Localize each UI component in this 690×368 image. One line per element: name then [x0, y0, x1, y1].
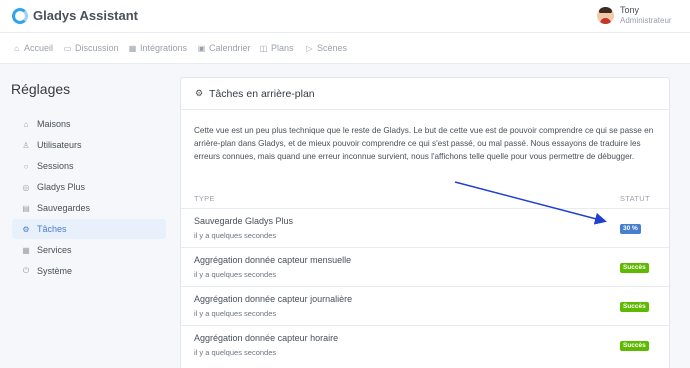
column-header-type: TYPE: [194, 194, 215, 203]
app-title[interactable]: Gladys Assistant: [33, 8, 138, 23]
nav-item-label: Accueil: [24, 43, 54, 53]
user-name[interactable]: Tony: [620, 5, 639, 15]
table-row: Aggrégation donnée capteur mensuelle il …: [181, 247, 669, 286]
sidebar-item-label: Utilisateurs: [37, 140, 82, 150]
nav-item-plans[interactable]: ◫ Plans: [259, 43, 294, 53]
task-time: il y a quelques secondes: [194, 270, 277, 279]
sidebar-item-label: Système: [37, 266, 73, 276]
table-row: Aggrégation donnée capteur horaire il y …: [181, 325, 669, 364]
card-header: ⚙ Tâches en arrière-plan: [181, 78, 669, 110]
globe-icon: ◎: [22, 182, 30, 192]
task-name: Sauvegarde Gladys Plus: [194, 216, 294, 226]
nav-item-label: Intégrations: [140, 43, 188, 53]
grid-icon: ▦: [128, 43, 137, 53]
play-icon: ▷: [306, 43, 313, 53]
nav-item-calendrier[interactable]: ▣ Calendrier: [197, 43, 251, 53]
avatar[interactable]: [597, 7, 614, 24]
message-icon: ▭: [63, 43, 72, 53]
sidebar-item-label: Services: [37, 245, 72, 255]
nav-item-label: Discussion: [75, 43, 119, 53]
sidebar-item-gladys-plus[interactable]: ◎ Gladys Plus: [12, 177, 166, 197]
nav-item-label: Plans: [271, 43, 294, 53]
status-badge: Succès: [620, 341, 649, 351]
task-time: il y a quelques secondes: [194, 231, 277, 240]
page-title: Réglages: [11, 81, 71, 97]
sidebar-item-sessions[interactable]: ○ Sessions: [12, 156, 166, 176]
table-row: Aggrégation donnée capteur journalière i…: [181, 286, 669, 325]
cog-icon: ⚙: [22, 224, 30, 234]
home-icon: ⌂: [14, 43, 19, 53]
cog-icon: ⚙: [195, 88, 204, 98]
map-icon: ◫: [259, 43, 268, 53]
annotation-arrow: [454, 181, 607, 225]
task-name: Aggrégation donnée capteur journalière: [194, 294, 353, 304]
home-icon: ⌂: [23, 119, 29, 129]
task-time: il y a quelques secondes: [194, 348, 277, 357]
nav-item-integrations[interactable]: ▦ Intégrations: [128, 43, 187, 53]
sidebar-item-utilisateurs[interactable]: ♙ Utilisateurs: [12, 135, 166, 155]
nav-item-label: Scènes: [317, 43, 348, 53]
sidebar-item-sauvegardes[interactable]: ▤ Sauvegardes: [12, 198, 166, 218]
circle-icon: ○: [23, 161, 29, 171]
calendar-icon: ▣: [197, 43, 206, 53]
task-time: il y a quelques secondes: [194, 309, 277, 318]
user-icon: ♙: [22, 140, 30, 150]
sidebar-item-label: Gladys Plus: [37, 182, 86, 192]
nav-item-discussion[interactable]: ▭ Discussion: [63, 43, 119, 53]
main-nav: ⌂ Accueil ▭ Discussion ▦ Intégrations ▣ …: [0, 33, 690, 64]
database-icon: ▤: [22, 203, 30, 213]
sidebar-item-label: Sauvegardes: [37, 203, 91, 213]
sidebar-item-label: Maisons: [37, 119, 71, 129]
power-icon: ⏻: [22, 266, 30, 275]
status-badge: Succès: [620, 263, 649, 273]
nav-item-accueil[interactable]: ⌂ Accueil: [12, 43, 53, 53]
sidebar-item-systeme[interactable]: ⏻ Système: [12, 261, 166, 281]
task-name: Aggrégation donnée capteur horaire: [194, 333, 339, 343]
task-name: Aggrégation donnée capteur mensuelle: [194, 255, 352, 265]
sidebar-item-label: Tâches: [37, 224, 67, 234]
card-title: Tâches en arrière-plan: [209, 88, 315, 100]
status-badge: 30 %: [620, 224, 641, 234]
gladys-logo-icon[interactable]: [12, 8, 28, 24]
nav-item-scenes[interactable]: ▷ Scènes: [305, 43, 347, 53]
column-header-status: STATUT: [620, 194, 650, 203]
nav-item-label: Calendrier: [209, 43, 251, 53]
top-bar: Gladys Assistant Tony Administrateur: [0, 0, 690, 33]
card-description: Cette vue est un peu plus technique que …: [194, 126, 654, 161]
grid-icon: ▦: [22, 245, 30, 255]
sidebar-item-taches[interactable]: ⚙ Tâches: [12, 219, 166, 239]
user-role: Administrateur: [620, 16, 672, 25]
sidebar-item-maisons[interactable]: ⌂ Maisons: [12, 114, 166, 134]
sidebar-item-label: Sessions: [37, 161, 74, 171]
status-badge: Succès: [620, 302, 649, 312]
sidebar-item-services[interactable]: ▦ Services: [12, 240, 166, 260]
